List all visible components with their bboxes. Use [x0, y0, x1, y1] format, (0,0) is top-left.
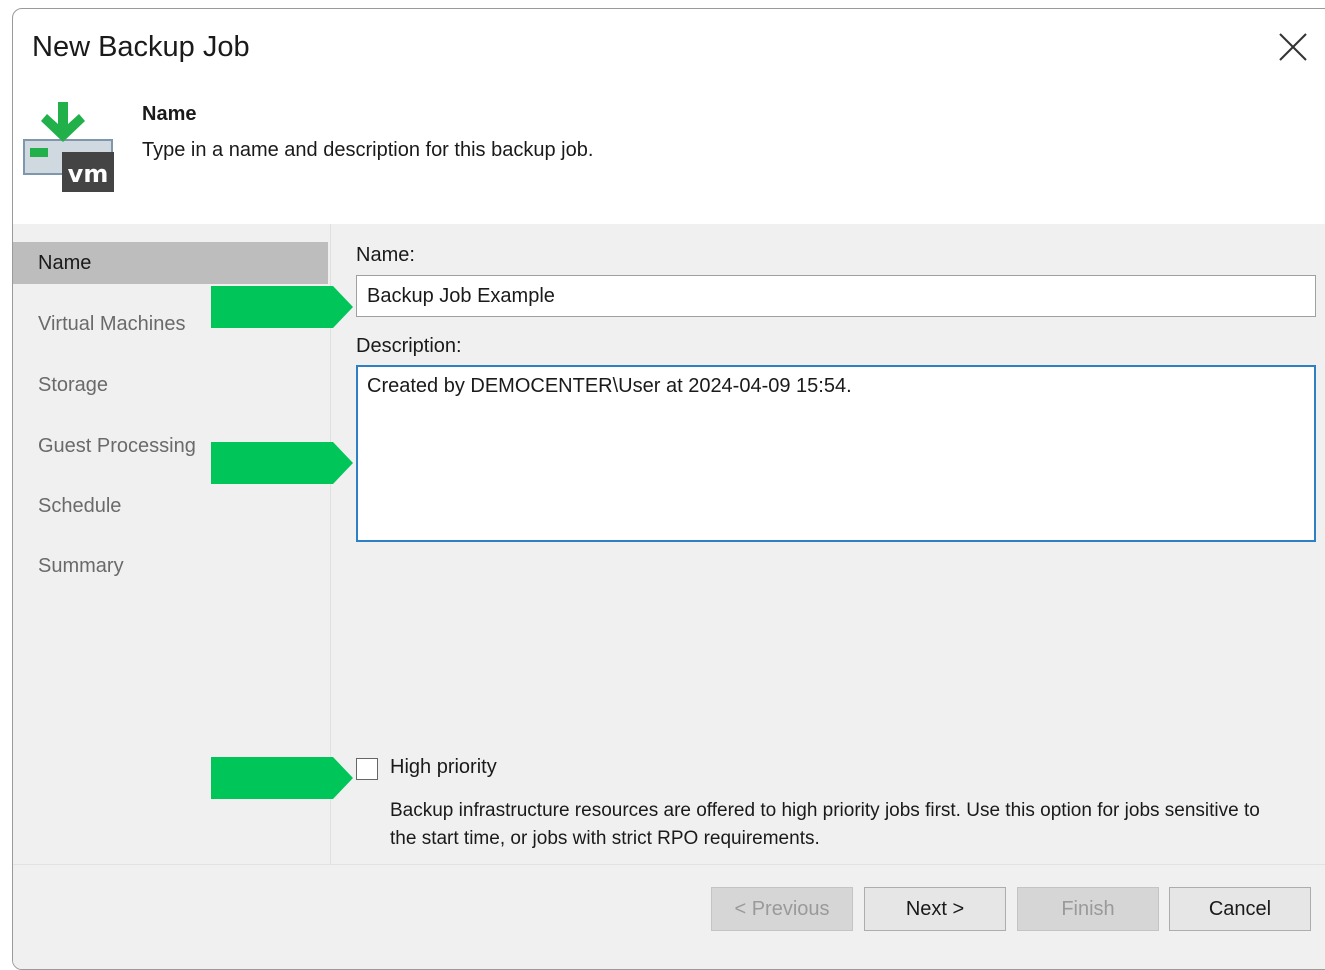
green-pointer-arrow-description [211, 442, 353, 484]
step-title: Name [142, 103, 197, 125]
green-pointer-arrow-priority [211, 757, 353, 799]
sidebar-item-schedule[interactable]: Schedule [13, 485, 328, 527]
green-pointer-arrow-name [211, 286, 353, 328]
high-priority-help-text: Backup infrastructure resources are offe… [390, 800, 1260, 849]
vm-badge-text: vm [68, 160, 109, 188]
name-input[interactable]: Backup Job Example [356, 275, 1316, 317]
close-button[interactable] [1275, 29, 1311, 65]
close-icon [1279, 33, 1307, 61]
new-backup-job-dialog: New Backup Job vm Name Type in a name an… [12, 8, 1325, 970]
wizard-content: Name Virtual Machines Storage Guest Proc… [13, 224, 1325, 864]
wizard-footer: < Previous Next > Finish Cancel [13, 864, 1325, 969]
dialog-title: New Backup Job [32, 31, 250, 63]
high-priority-checkbox[interactable] [356, 758, 378, 780]
high-priority-label[interactable]: High priority [390, 756, 497, 779]
cancel-button[interactable]: Cancel [1169, 887, 1311, 931]
sidebar-item-name[interactable]: Name [13, 242, 328, 284]
step-description: Type in a name and description for this … [142, 139, 594, 161]
vm-backup-icon: vm [23, 102, 114, 192]
next-button[interactable]: Next > [864, 887, 1006, 931]
finish-button[interactable]: Finish [1017, 887, 1159, 931]
wizard-header: vm Name Type in a name and description f… [13, 89, 1325, 224]
name-label: Name: [356, 244, 415, 266]
sidebar-item-storage[interactable]: Storage [13, 364, 328, 406]
sidebar-item-summary[interactable]: Summary [13, 545, 328, 587]
title-bar: New Backup Job [13, 9, 1325, 89]
previous-button[interactable]: < Previous [711, 887, 853, 931]
description-textarea[interactable]: Created by DEMOCENTER\User at 2024-04-09… [356, 365, 1316, 542]
description-label: Description: [356, 335, 462, 357]
